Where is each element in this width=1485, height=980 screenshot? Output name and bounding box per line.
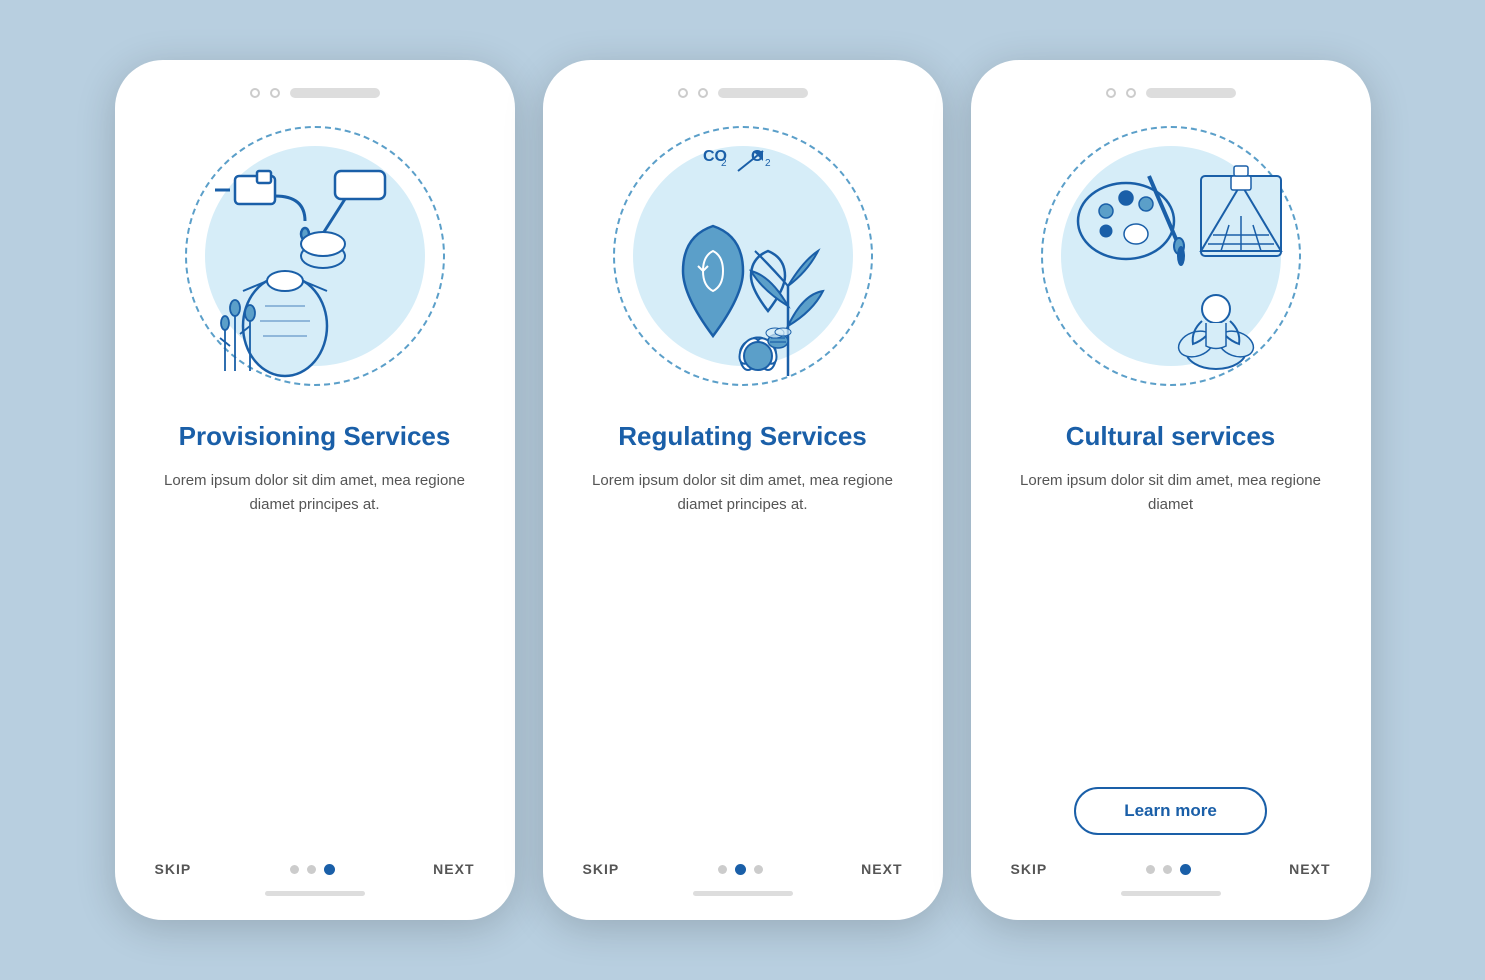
home-indicator-1 [265,891,365,896]
next-button-2[interactable]: NEXT [861,861,902,877]
skip-button-3[interactable]: SKIP [1011,861,1048,877]
speaker-bar-3 [1146,88,1236,98]
phones-container: Provisioning Services Lorem ipsum dolor … [75,20,1411,960]
skip-button-1[interactable]: SKIP [155,861,192,877]
camera-circle-6 [1126,88,1136,98]
phone-notch-2 [575,88,911,98]
home-indicator-2 [693,891,793,896]
desc-cultural: Lorem ipsum dolor sit dim amet, mea regi… [1003,469,1339,768]
camera-circle-3 [678,88,688,98]
dots-2 [718,864,763,875]
svg-text:2: 2 [721,158,727,169]
dot-3-3 [1180,864,1191,875]
speaker-bar-1 [290,88,380,98]
regulating-svg: CO 2 O 2 [603,116,883,396]
desc-regulating: Lorem ipsum dolor sit dim amet, mea regi… [575,469,911,651]
desc-provisioning: Lorem ipsum dolor sit dim amet, mea regi… [147,469,483,651]
nav-row-1: SKIP NEXT [147,853,483,877]
dot-2-1 [718,865,727,874]
svg-text:2: 2 [765,158,771,169]
dot-2-2 [735,864,746,875]
dot-2-3 [754,865,763,874]
illustration-provisioning [175,116,455,396]
next-button-1[interactable]: NEXT [433,861,474,877]
dots-1 [290,864,335,875]
speaker-bar-2 [718,88,808,98]
title-provisioning: Provisioning Services [179,420,451,453]
illustration-regulating: CO 2 O 2 [603,116,883,396]
dot-1-1 [290,865,299,874]
phone-regulating: CO 2 O 2 [543,60,943,920]
cultural-svg [1031,116,1311,396]
provisioning-svg [175,116,455,396]
title-regulating: Regulating Services [618,420,867,453]
phone-provisioning: Provisioning Services Lorem ipsum dolor … [115,60,515,920]
home-indicator-3 [1121,891,1221,896]
dot-3-2 [1163,865,1172,874]
dot-1-2 [307,865,316,874]
dot-1-3 [324,864,335,875]
camera-circle-4 [698,88,708,98]
camera-circle-1 [250,88,260,98]
title-cultural: Cultural services [1066,420,1276,453]
illustration-cultural [1031,116,1311,396]
camera-circle-2 [270,88,280,98]
camera-circle-5 [1106,88,1116,98]
dots-3 [1146,864,1191,875]
learn-more-button[interactable]: Learn more [1074,787,1267,835]
nav-row-3: SKIP NEXT [1003,853,1339,877]
phone-cultural: Cultural services Lorem ipsum dolor sit … [971,60,1371,920]
skip-button-2[interactable]: SKIP [583,861,620,877]
phone-notch-3 [1003,88,1339,98]
nav-row-2: SKIP NEXT [575,853,911,877]
phone-notch-1 [147,88,483,98]
next-button-3[interactable]: NEXT [1289,861,1330,877]
dot-3-1 [1146,865,1155,874]
